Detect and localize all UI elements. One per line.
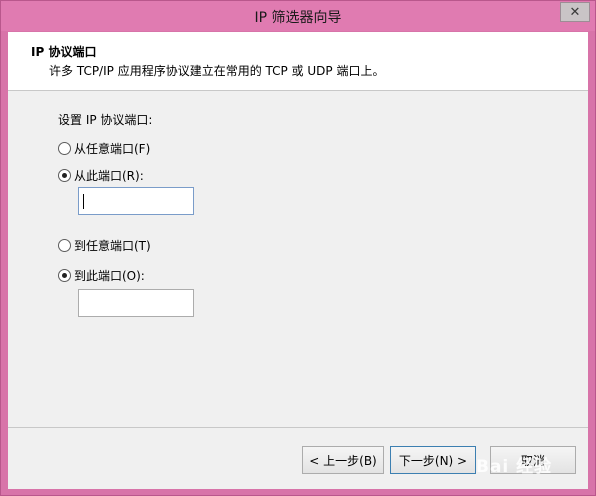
- wizard-window: IP 筛选器向导 ✕ IP 协议端口 许多 TCP/IP 应用程序协议建立在常用…: [0, 0, 596, 496]
- wizard-header: IP 协议端口 许多 TCP/IP 应用程序协议建立在常用的 TCP 或 UDP…: [8, 32, 588, 91]
- next-button[interactable]: 下一步(N) >: [390, 446, 476, 474]
- watermark-logo: Bai 经验: [476, 457, 553, 477]
- close-button[interactable]: ✕: [560, 2, 590, 22]
- radio-button-selected[interactable]: [58, 169, 71, 182]
- radio-from-any-port[interactable]: 从任意端口(F): [58, 140, 150, 157]
- port-prompt-label: 设置 IP 协议端口:: [58, 113, 153, 127]
- radio-label: 从此端口(R):: [74, 169, 144, 183]
- page-title: IP 协议端口: [31, 45, 97, 59]
- to-port-input[interactable]: [78, 289, 194, 317]
- radio-label: 从任意端口(F): [74, 142, 151, 156]
- page-subtitle: 许多 TCP/IP 应用程序协议建立在常用的 TCP 或 UDP 端口上。: [49, 64, 385, 78]
- radio-label: 到此端口(O):: [74, 269, 145, 283]
- window-title: IP 筛选器向导: [254, 10, 342, 26]
- radio-button[interactable]: [58, 239, 71, 252]
- wizard-client-area: IP 协议端口 许多 TCP/IP 应用程序协议建立在常用的 TCP 或 UDP…: [8, 32, 588, 489]
- radio-button-selected[interactable]: [58, 269, 71, 282]
- radio-label: 到任意端口(T): [74, 239, 151, 253]
- radio-button[interactable]: [58, 142, 71, 155]
- from-port-input[interactable]: [78, 187, 194, 215]
- title-bar[interactable]: IP 筛选器向导 ✕: [1, 1, 595, 31]
- text-caret: [83, 194, 84, 209]
- close-icon: ✕: [569, 4, 581, 20]
- radio-to-this-port[interactable]: 到此端口(O):: [58, 267, 145, 284]
- back-button[interactable]: < 上一步(B): [302, 446, 384, 474]
- footer-divider: [8, 427, 588, 428]
- radio-from-this-port[interactable]: 从此端口(R):: [58, 167, 144, 184]
- radio-to-any-port[interactable]: 到任意端口(T): [58, 237, 151, 254]
